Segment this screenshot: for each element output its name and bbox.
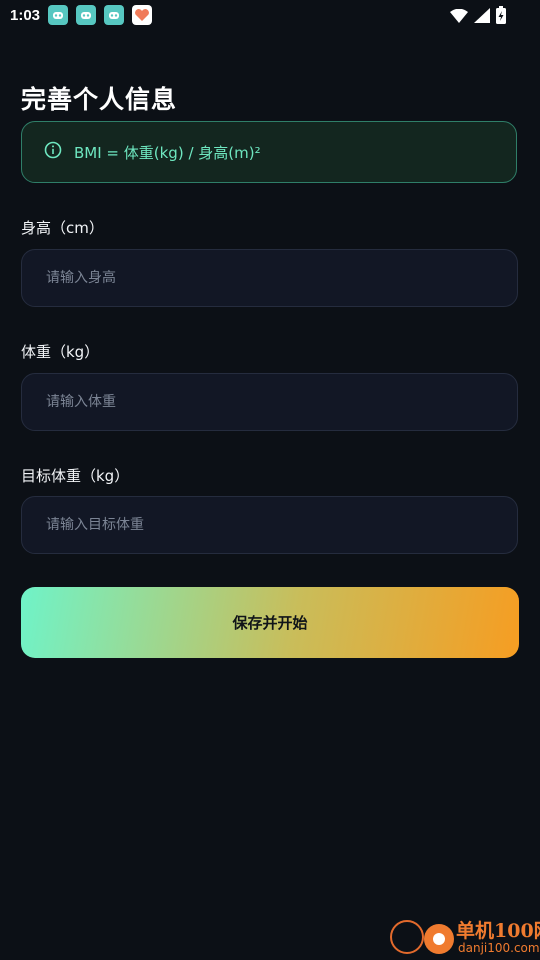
target-weight-input[interactable] bbox=[21, 496, 518, 554]
page-title: 完善个人信息 bbox=[21, 85, 178, 114]
app-icon bbox=[48, 5, 68, 25]
watermark-title: 单机100网 bbox=[456, 920, 540, 942]
status-time: 1:03 bbox=[10, 7, 41, 24]
info-icon bbox=[44, 141, 62, 163]
wifi-icon bbox=[450, 8, 468, 27]
status-bar: 1:03 bbox=[0, 0, 540, 32]
bmi-info-box: BMI = 体重(kg) / 身高(m)² bbox=[21, 121, 517, 183]
weight-input[interactable] bbox=[21, 373, 518, 431]
height-label: 身高（cm） bbox=[21, 219, 104, 237]
height-input[interactable] bbox=[21, 249, 518, 307]
save-and-start-button[interactable]: 保存并开始 bbox=[21, 587, 519, 658]
watermark-logo: 单机100网 danji100.com bbox=[390, 914, 540, 960]
system-icons bbox=[450, 6, 506, 28]
app-icon bbox=[76, 5, 96, 25]
watermark-url: danji100.com bbox=[458, 941, 540, 955]
signal-icon bbox=[474, 7, 490, 27]
logo-ring-icon bbox=[390, 920, 424, 954]
target-weight-label: 目标体重（kg） bbox=[21, 467, 130, 485]
heart-app-icon bbox=[132, 5, 152, 25]
logo-dot-icon bbox=[424, 924, 454, 954]
bmi-formula-text: BMI = 体重(kg) / 身高(m)² bbox=[74, 143, 261, 162]
battery-charging-icon bbox=[496, 6, 506, 28]
weight-label: 体重（kg） bbox=[21, 343, 100, 361]
app-icon bbox=[104, 5, 124, 25]
notification-icons bbox=[48, 5, 152, 25]
